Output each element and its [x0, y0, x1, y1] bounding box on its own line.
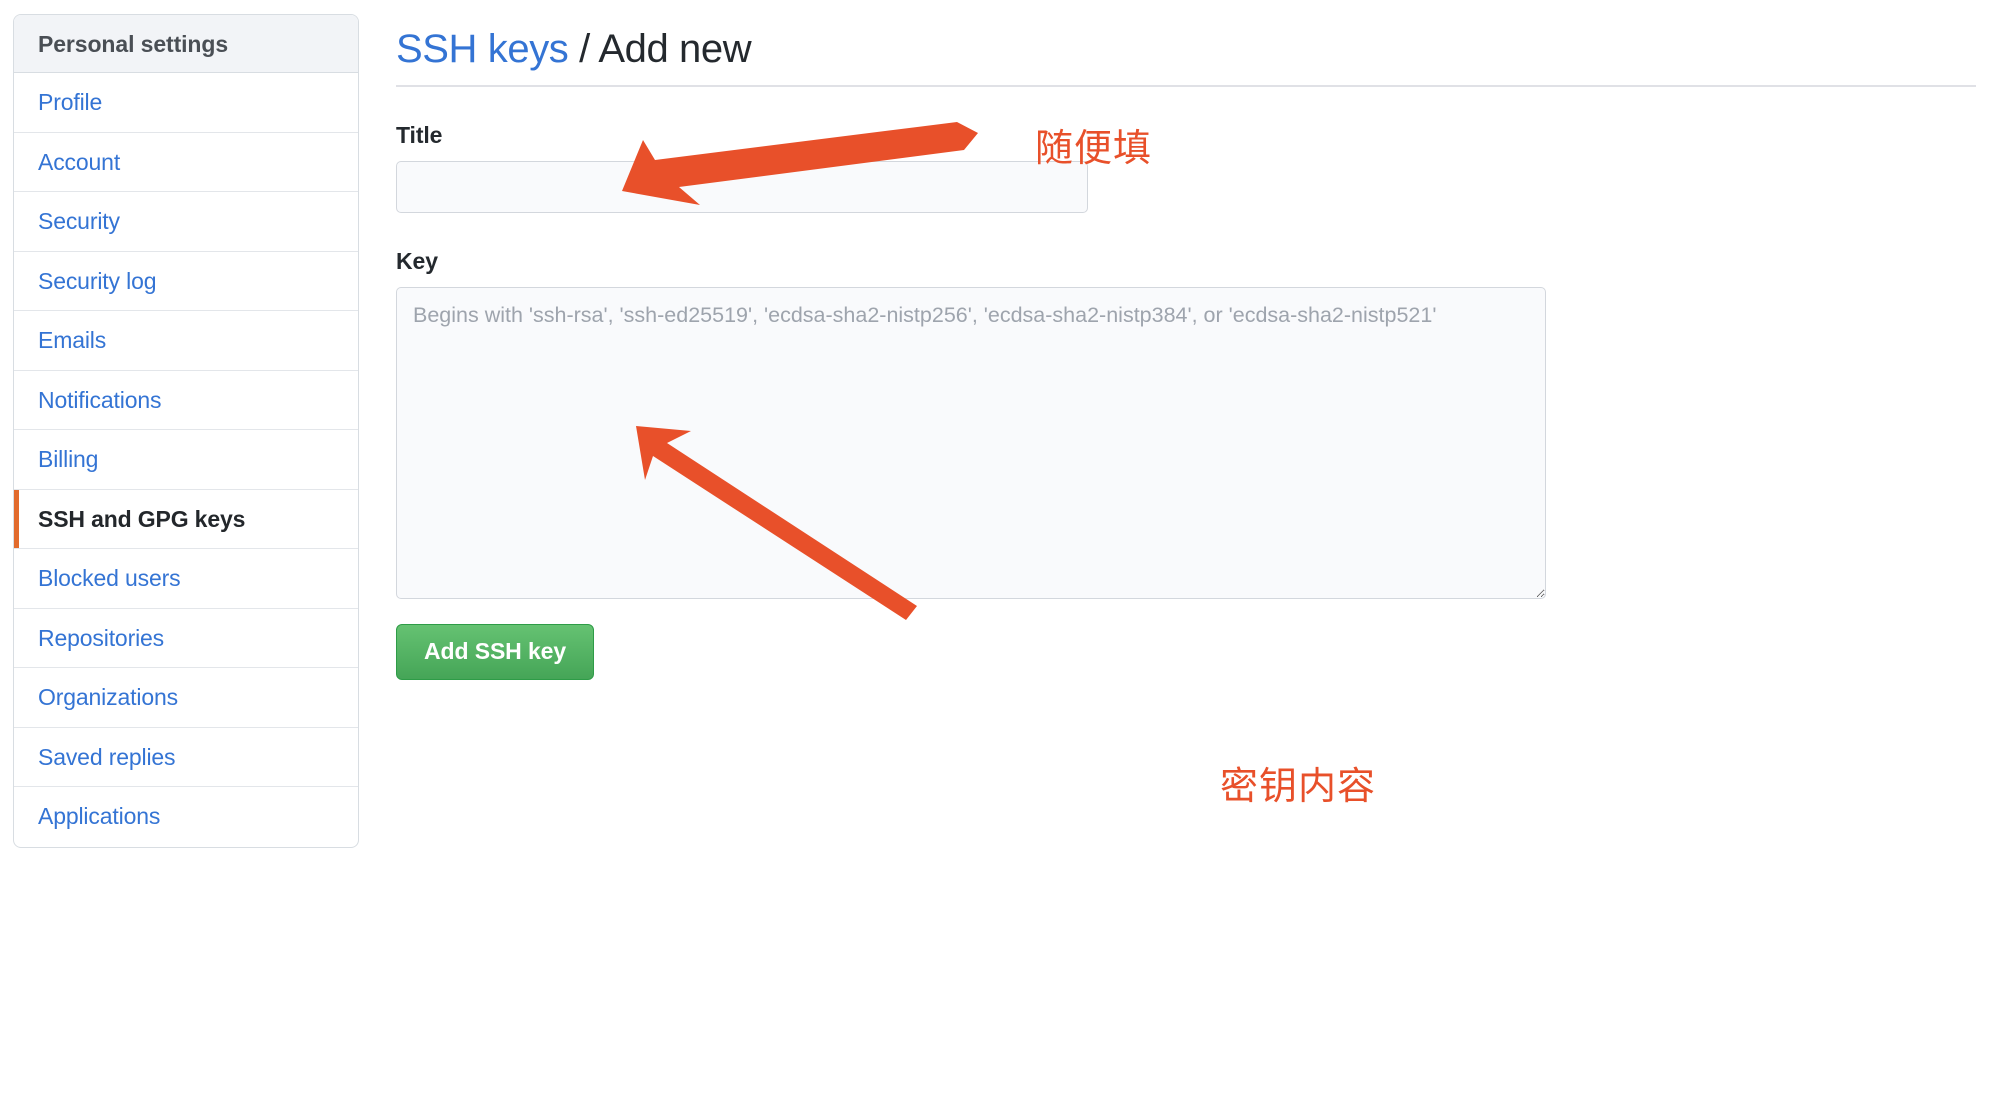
sidebar-item-label: Billing — [38, 446, 99, 472]
annotation-key-note: 密钥内容 — [1220, 764, 1377, 808]
add-ssh-key-button[interactable]: Add SSH key — [396, 624, 595, 680]
sidebar-item-account[interactable]: Account — [14, 133, 358, 192]
sidebar-item-label: Saved replies — [38, 743, 176, 770]
sidebar-item-label: Blocked users — [38, 565, 181, 591]
sidebar-item-label: Repositories — [38, 624, 165, 651]
sidebar-item-label: Organizations — [38, 684, 178, 710]
sidebar-item-security[interactable]: Security — [14, 192, 358, 252]
breadcrumb-current: Add new — [598, 27, 752, 71]
sidebar-item-security-log[interactable]: Security log — [14, 252, 358, 311]
sidebar-item-blocked-users[interactable]: Blocked users — [14, 549, 358, 609]
sidebar-item-notifications[interactable]: Notifications — [14, 371, 358, 430]
sidebar-item-label: Account — [38, 148, 121, 175]
sidebar-item-profile[interactable]: Profile — [14, 73, 358, 133]
personal-settings-sidebar: Personal settings Profile Account Securi… — [13, 14, 359, 848]
sidebar-item-label: Notifications — [38, 386, 162, 413]
sidebar-item-label: Applications — [38, 803, 161, 829]
sidebar-item-organizations[interactable]: Organizations — [14, 668, 358, 728]
sidebar-item-applications[interactable]: Applications — [14, 787, 358, 847]
header-divider — [396, 85, 1976, 87]
breadcrumb-ssh-keys-link[interactable]: SSH keys — [396, 27, 569, 71]
sidebar-item-label: SSH and GPG keys — [38, 505, 246, 532]
title-field-label: Title — [396, 122, 443, 148]
key-textarea[interactable] — [396, 287, 1546, 599]
sidebar-header: Personal settings — [14, 15, 358, 73]
sidebar-item-emails[interactable]: Emails — [14, 311, 358, 371]
sidebar-item-label: Security log — [38, 267, 157, 294]
sidebar-item-ssh-and-gpg-keys[interactable]: SSH and GPG keys — [14, 489, 358, 549]
page-title: SSH keys / Add new — [396, 14, 1976, 73]
title-input[interactable] — [396, 161, 1088, 213]
sidebar-item-label: Emails — [38, 327, 107, 353]
breadcrumb-separator: / — [568, 27, 599, 71]
main-content: SSH keys / Add new Title Key Add SSH key — [396, 14, 1976, 680]
sidebar-item-billing[interactable]: Billing — [14, 430, 358, 490]
sidebar-item-saved-replies[interactable]: Saved replies — [14, 728, 358, 787]
sidebar-item-repositories[interactable]: Repositories — [14, 609, 358, 668]
sidebar-item-label: Profile — [38, 89, 103, 115]
settings-page: Personal settings Profile Account Securi… — [0, 0, 2002, 1106]
sidebar-item-label: Security — [38, 208, 120, 234]
key-field-label: Key — [396, 248, 438, 274]
